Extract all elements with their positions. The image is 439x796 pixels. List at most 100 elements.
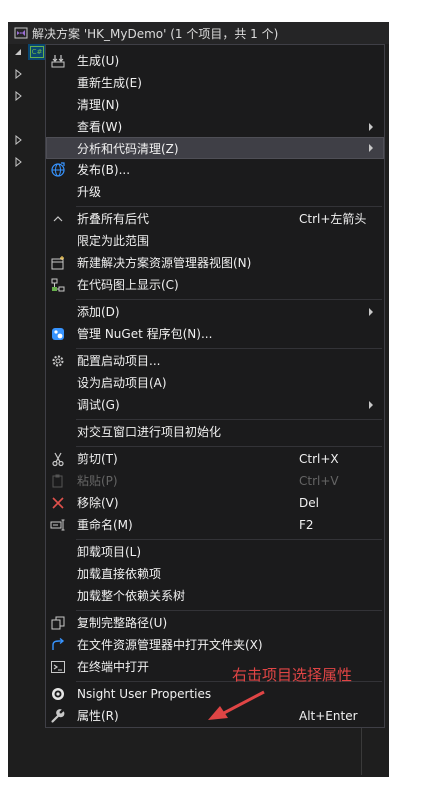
- menu-item-label: 分析和代码清理(Z): [77, 142, 179, 156]
- open-folder-arrow-icon: [50, 637, 66, 653]
- menu-item-init-interactive[interactable]: 对交互窗口进行项目初始化: [46, 421, 384, 443]
- menu-item-shortcut: Del: [299, 496, 319, 510]
- menu-item-label: 限定为此范围: [77, 234, 150, 248]
- menu-item-cut[interactable]: 剪切(T) Ctrl+X: [46, 448, 384, 470]
- menu-item-unload-project[interactable]: 卸载项目(L): [46, 541, 384, 563]
- nuget-icon: [50, 326, 66, 342]
- expanded-triangle-icon[interactable]: [14, 47, 22, 57]
- menu-item-shortcut: Ctrl+V: [299, 474, 339, 488]
- menu-item-label: 升级: [77, 185, 102, 199]
- collapsed-triangle-icon[interactable]: [14, 69, 22, 79]
- menu-item-label: 在文件资源管理器中打开文件夹(X): [77, 638, 263, 652]
- menu-item-upgrade[interactable]: 升级: [46, 181, 384, 203]
- menu-item-label: 粘贴(P): [77, 474, 118, 488]
- menu-item-label: 设为启动项目(A): [77, 376, 167, 390]
- menu-item-load-direct-deps[interactable]: 加载直接依赖项: [46, 563, 384, 585]
- menu-item-view[interactable]: 查看(W): [46, 116, 384, 138]
- paste-icon: [50, 473, 66, 489]
- gear-icon: [50, 353, 66, 369]
- menu-item-build[interactable]: 生成(U): [46, 50, 384, 72]
- tree-row[interactable]: [8, 88, 48, 104]
- menu-item-clean[interactable]: 清理(N): [46, 94, 384, 116]
- menu-item-label: 在代码图上显示(C): [77, 278, 179, 292]
- menu-item-label: 加载整个依赖关系树: [77, 589, 186, 603]
- menu-item-manage-nuget[interactable]: 管理 NuGet 程序包(N)...: [46, 323, 384, 345]
- menu-item-label: 重命名(M): [77, 518, 133, 532]
- project-context-menu: 生成(U) 重新生成(E) 清理(N) 查看(W) 分析和代码清理(Z) 发布(…: [45, 44, 385, 728]
- menu-separator: [76, 610, 382, 611]
- menu-item-label: Nsight User Properties: [77, 687, 212, 701]
- publish-globe-icon: [50, 162, 66, 178]
- solution-tree: C#: [8, 44, 48, 244]
- menu-item-load-dependency-tree[interactable]: 加载整个依赖关系树: [46, 585, 384, 607]
- terminal-icon: [50, 659, 66, 675]
- menu-item-paste: 粘贴(P) Ctrl+V: [46, 470, 384, 492]
- menu-separator: [76, 299, 382, 300]
- solution-icon: [14, 26, 28, 40]
- menu-item-label: 新建解决方案资源管理器视图(N): [77, 256, 252, 270]
- solution-title: 解决方案 'HK_MyDemo' (1 个项目，共 1 个): [32, 26, 279, 41]
- menu-item-open-in-explorer[interactable]: 在文件资源管理器中打开文件夹(X): [46, 634, 384, 656]
- menu-item-label: 配置启动项目...: [77, 354, 161, 368]
- scissors-icon: [50, 451, 66, 467]
- solution-node[interactable]: 解决方案 'HK_MyDemo' (1 个项目，共 1 个): [8, 22, 389, 44]
- new-view-icon: [50, 255, 66, 271]
- menu-item-label: 折叠所有后代: [77, 212, 150, 226]
- menu-item-label: 加载直接依赖项: [77, 567, 162, 581]
- tree-row-project[interactable]: C#: [8, 44, 48, 60]
- submenu-arrow-icon: [369, 401, 373, 409]
- menu-item-label: 属性(R): [77, 709, 119, 723]
- annotation-callout: 右击项目选择属性: [232, 666, 353, 684]
- menu-item-shortcut: F2: [299, 518, 314, 532]
- menu-item-label: 移除(V): [77, 496, 119, 510]
- code-map-icon: [50, 277, 66, 293]
- menu-item-rename[interactable]: 重命名(M) F2: [46, 514, 384, 536]
- menu-separator: [76, 446, 382, 447]
- csharp-project-icon: C#: [30, 46, 44, 58]
- collapsed-triangle-icon[interactable]: [14, 157, 22, 167]
- menu-item-publish[interactable]: 发布(B)...: [46, 159, 384, 181]
- submenu-arrow-icon: [369, 123, 373, 131]
- remove-x-icon: [50, 495, 66, 511]
- submenu-arrow-icon: [369, 144, 373, 152]
- build-icon: [50, 53, 66, 69]
- wrench-icon: [50, 708, 66, 724]
- menu-item-label: 在终端中打开: [77, 660, 150, 674]
- tree-row[interactable]: [8, 154, 48, 170]
- menu-item-label: 复制完整路径(U): [77, 616, 168, 630]
- submenu-arrow-icon: [369, 308, 373, 316]
- menu-item-add[interactable]: 添加(D): [46, 301, 384, 323]
- menu-item-label: 清理(N): [77, 98, 120, 112]
- menu-item-remove[interactable]: 移除(V) Del: [46, 492, 384, 514]
- menu-item-label: 对交互窗口进行项目初始化: [77, 425, 222, 439]
- menu-item-shortcut: Alt+Enter: [299, 709, 358, 723]
- tree-row[interactable]: [8, 66, 48, 82]
- menu-item-configure-startup[interactable]: 配置启动项目...: [46, 350, 384, 372]
- rename-icon: [50, 517, 66, 533]
- menu-item-copy-full-path[interactable]: 复制完整路径(U): [46, 612, 384, 634]
- menu-item-shortcut: Ctrl+左箭头: [299, 212, 367, 226]
- menu-item-label: 剪切(T): [77, 452, 118, 466]
- collapsed-triangle-icon[interactable]: [14, 135, 22, 145]
- collapse-chevron-icon: [50, 211, 66, 227]
- menu-item-new-explorer-view[interactable]: 新建解决方案资源管理器视图(N): [46, 252, 384, 274]
- nsight-icon: [50, 686, 66, 702]
- menu-separator: [76, 348, 382, 349]
- menu-item-label: 管理 NuGet 程序包(N)...: [77, 327, 213, 341]
- menu-item-label: 添加(D): [77, 305, 120, 319]
- collapsed-triangle-icon[interactable]: [14, 91, 22, 101]
- menu-item-show-on-code-map[interactable]: 在代码图上显示(C): [46, 274, 384, 296]
- menu-item-collapse-all[interactable]: 折叠所有后代 Ctrl+左箭头: [46, 208, 384, 230]
- copy-path-icon: [50, 615, 66, 631]
- menu-item-label: 卸载项目(L): [77, 545, 142, 559]
- annotation-arrow-icon: [200, 686, 270, 726]
- menu-item-analyze-code-cleanup[interactable]: 分析和代码清理(Z): [46, 137, 384, 159]
- menu-item-set-startup[interactable]: 设为启动项目(A): [46, 372, 384, 394]
- menu-separator: [76, 419, 382, 420]
- menu-item-scope-to-this[interactable]: 限定为此范围: [46, 230, 384, 252]
- menu-item-label: 重新生成(E): [77, 76, 142, 90]
- tree-row[interactable]: [8, 132, 48, 148]
- menu-item-rebuild[interactable]: 重新生成(E): [46, 72, 384, 94]
- menu-item-debug[interactable]: 调试(G): [46, 394, 384, 416]
- menu-item-shortcut: Ctrl+X: [299, 452, 339, 466]
